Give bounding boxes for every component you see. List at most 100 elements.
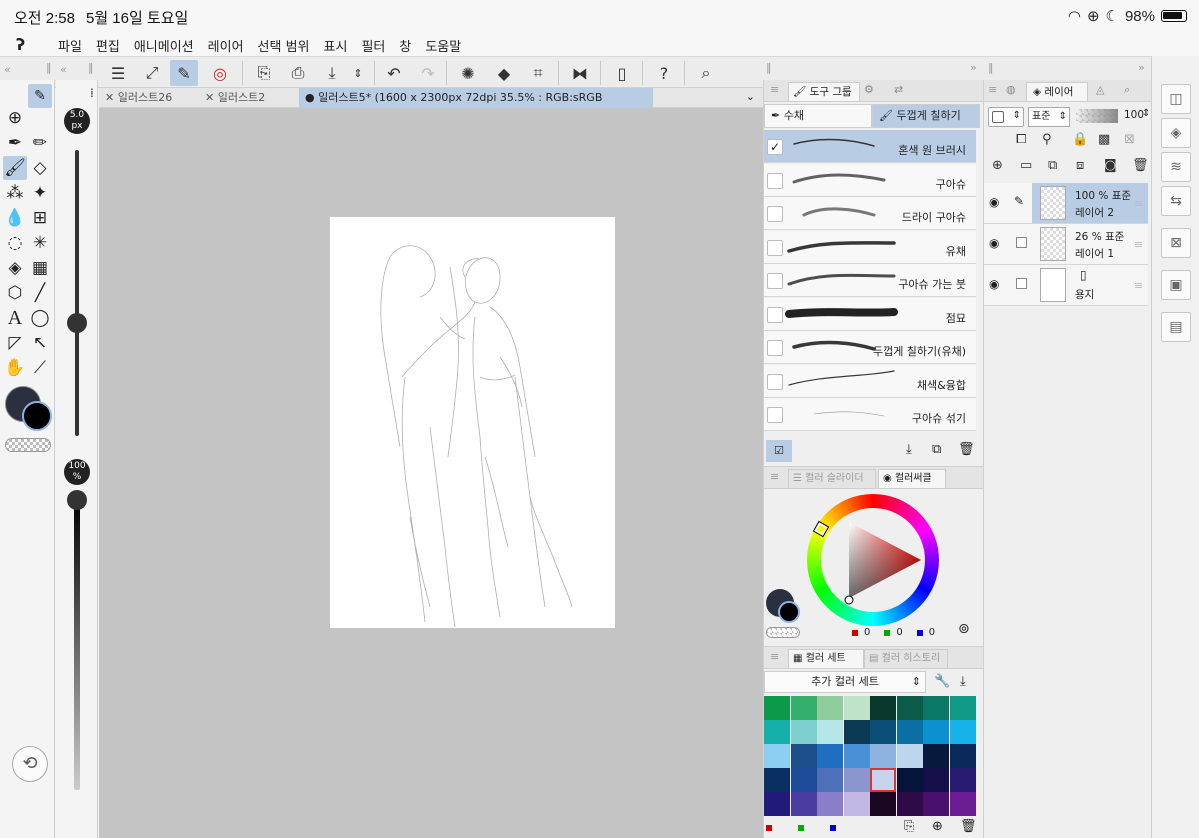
sparkle-icon[interactable]: ✦	[28, 181, 52, 205]
save-icon[interactable]: ⤓	[318, 60, 346, 86]
brush-row[interactable]: 점묘	[764, 297, 976, 331]
opacity-slider-track[interactable]	[74, 500, 80, 790]
color-swatch[interactable]	[949, 720, 976, 744]
color-swatch[interactable]	[870, 792, 896, 816]
color-swatch[interactable]	[870, 768, 896, 792]
grip-icon[interactable]: ‖	[766, 61, 772, 74]
color-swatch[interactable]	[843, 720, 870, 744]
sub-color-swatch[interactable]	[778, 601, 800, 623]
eye-icon[interactable]: ◉	[989, 236, 999, 250]
subtab-thick-paint[interactable]: 🖌 두껍게 칠하기	[872, 104, 980, 128]
checkbox-icon[interactable]	[767, 373, 783, 390]
color-swatch[interactable]	[923, 696, 949, 720]
frame-icon[interactable]: ◸	[3, 331, 27, 355]
color-swatch[interactable]	[790, 792, 817, 816]
property-icon[interactable]: ◍	[1006, 83, 1016, 96]
history-icon[interactable]: ⇆	[1161, 186, 1191, 216]
settings-icon[interactable]: ⚙	[864, 83, 874, 96]
blend-mode-select[interactable]: 표준 ⇕	[1028, 107, 1070, 127]
lasso-icon[interactable]: ◌	[3, 231, 27, 255]
import-icon[interactable]: ⤓	[906, 442, 912, 457]
size-slider-thumb[interactable]	[67, 313, 87, 333]
sub-color-swatch[interactable]	[22, 401, 52, 431]
airbrush-icon[interactable]: ⁂	[3, 181, 27, 205]
color-swatch[interactable]	[923, 792, 949, 816]
menu-file[interactable]: 파일	[58, 36, 82, 55]
checkbox-icon[interactable]	[1016, 278, 1027, 289]
color-swatch[interactable]	[870, 744, 896, 768]
color-swatch[interactable]	[949, 744, 976, 768]
flip-horizontal-icon[interactable]: ⧓	[566, 60, 594, 86]
size-slider-track[interactable]	[75, 150, 79, 436]
brush-row[interactable]: 구아슈 가는 붓	[764, 264, 976, 297]
trash-icon[interactable]: 🗑	[960, 819, 977, 834]
edit-mode-icon[interactable]: ✎	[170, 60, 198, 86]
gradient-icon[interactable]: ▦	[28, 256, 52, 280]
color-swatch[interactable]	[843, 792, 870, 816]
navigator-icon[interactable]: ◬	[1096, 83, 1104, 96]
menu-window[interactable]: 창	[399, 36, 411, 55]
navigator-icon[interactable]: ◫	[1161, 84, 1191, 114]
new-folder-icon[interactable]: ▭	[1020, 158, 1032, 173]
arrows-icon[interactable]: ⇄	[894, 83, 903, 96]
saturation-triangle[interactable]	[821, 508, 925, 612]
menu-selection[interactable]: 선택 범위	[258, 36, 310, 55]
layer-search-icon[interactable]: ≋	[1161, 152, 1191, 182]
merge-down-icon[interactable]: ⧈	[1076, 158, 1084, 173]
pen-edit-icon[interactable]: ✎	[1014, 194, 1024, 208]
text-icon[interactable]: A	[3, 306, 27, 330]
download-icon[interactable]: ⊕	[3, 106, 27, 130]
checkbox-icon[interactable]	[767, 239, 783, 256]
lock-transparency-icon[interactable]: ▩	[1098, 132, 1110, 147]
color-swatch[interactable]	[764, 792, 790, 816]
material-grid-icon[interactable]: ▤	[1161, 312, 1191, 342]
checkbox-icon[interactable]	[1016, 237, 1027, 248]
transparent-swatch[interactable]	[766, 627, 800, 638]
color-swatch[interactable]	[817, 744, 843, 768]
menu-edit[interactable]: 편집	[96, 36, 120, 55]
operation-icon[interactable]: ↖	[28, 331, 52, 355]
redo-icon[interactable]: ↷	[414, 60, 442, 86]
hand-icon[interactable]: ✋	[3, 356, 27, 380]
checkbox-icon[interactable]	[767, 306, 783, 323]
color-swatch[interactable]	[817, 696, 843, 720]
loading-icon[interactable]: ✺	[454, 60, 482, 86]
color-swatch[interactable]	[923, 744, 949, 768]
copy-icon[interactable]: ⎘	[904, 819, 914, 834]
brush-row[interactable]: 드라이 구아슈	[764, 197, 976, 230]
tab-layer[interactable]: ◈ 레이어	[1026, 82, 1088, 101]
opacity-slider-thumb[interactable]	[67, 490, 87, 510]
wrench-icon[interactable]: 🔧	[934, 674, 950, 689]
eyedropper-icon[interactable]: ⟋	[28, 356, 52, 380]
checkbox-icon[interactable]	[767, 172, 783, 189]
duplicate-layer-icon[interactable]: ⧉	[1048, 158, 1057, 173]
tab-illust5[interactable]: ● 일러스트5* (1600 x 2300px 72dpi 35.5% : RG…	[299, 88, 653, 124]
color-swatch[interactable]	[923, 720, 949, 744]
add-color-icon[interactable]: ⊕	[932, 819, 943, 834]
expand-icon[interactable]: »	[970, 61, 977, 74]
menu-icon[interactable]: ☰	[104, 60, 132, 86]
layer-row[interactable]: ◉ ▯ 용지 ≡	[984, 265, 1148, 306]
color-mode-select[interactable]: ⇕	[988, 107, 1024, 127]
open-folder-icon[interactable]: ⎙	[284, 60, 312, 86]
collapse-left-icon[interactable]: «	[4, 63, 11, 76]
checkbox-icon[interactable]	[767, 206, 783, 222]
color-set-select[interactable]: 추가 컬러 세트 ⇕	[764, 671, 926, 693]
help-icon[interactable]: ?	[650, 60, 678, 86]
checkbox-icon[interactable]	[767, 273, 783, 289]
color-swatch[interactable]	[817, 768, 843, 792]
reference-icon[interactable]: ⚲	[1042, 132, 1052, 147]
layers-icon[interactable]: ◈	[1161, 118, 1191, 148]
color-swatch[interactable]	[817, 792, 843, 816]
eye-icon[interactable]: ◉	[989, 195, 999, 209]
color-swatch[interactable]	[949, 696, 976, 720]
eraser-icon[interactable]: ◇	[28, 156, 52, 180]
color-swatch[interactable]	[790, 744, 817, 768]
color-swatch[interactable]	[843, 696, 870, 720]
color-swatch[interactable]	[764, 696, 790, 720]
layer-mask-icon[interactable]: ◙	[1104, 158, 1117, 173]
lock-icon[interactable]: 🔒	[1072, 132, 1088, 147]
tab-color-wheel[interactable]: ◉ 컬러써클	[878, 469, 946, 488]
stepper-icon[interactable]: ⇕	[1142, 108, 1150, 119]
fill-icon[interactable]: ◆	[490, 60, 518, 86]
